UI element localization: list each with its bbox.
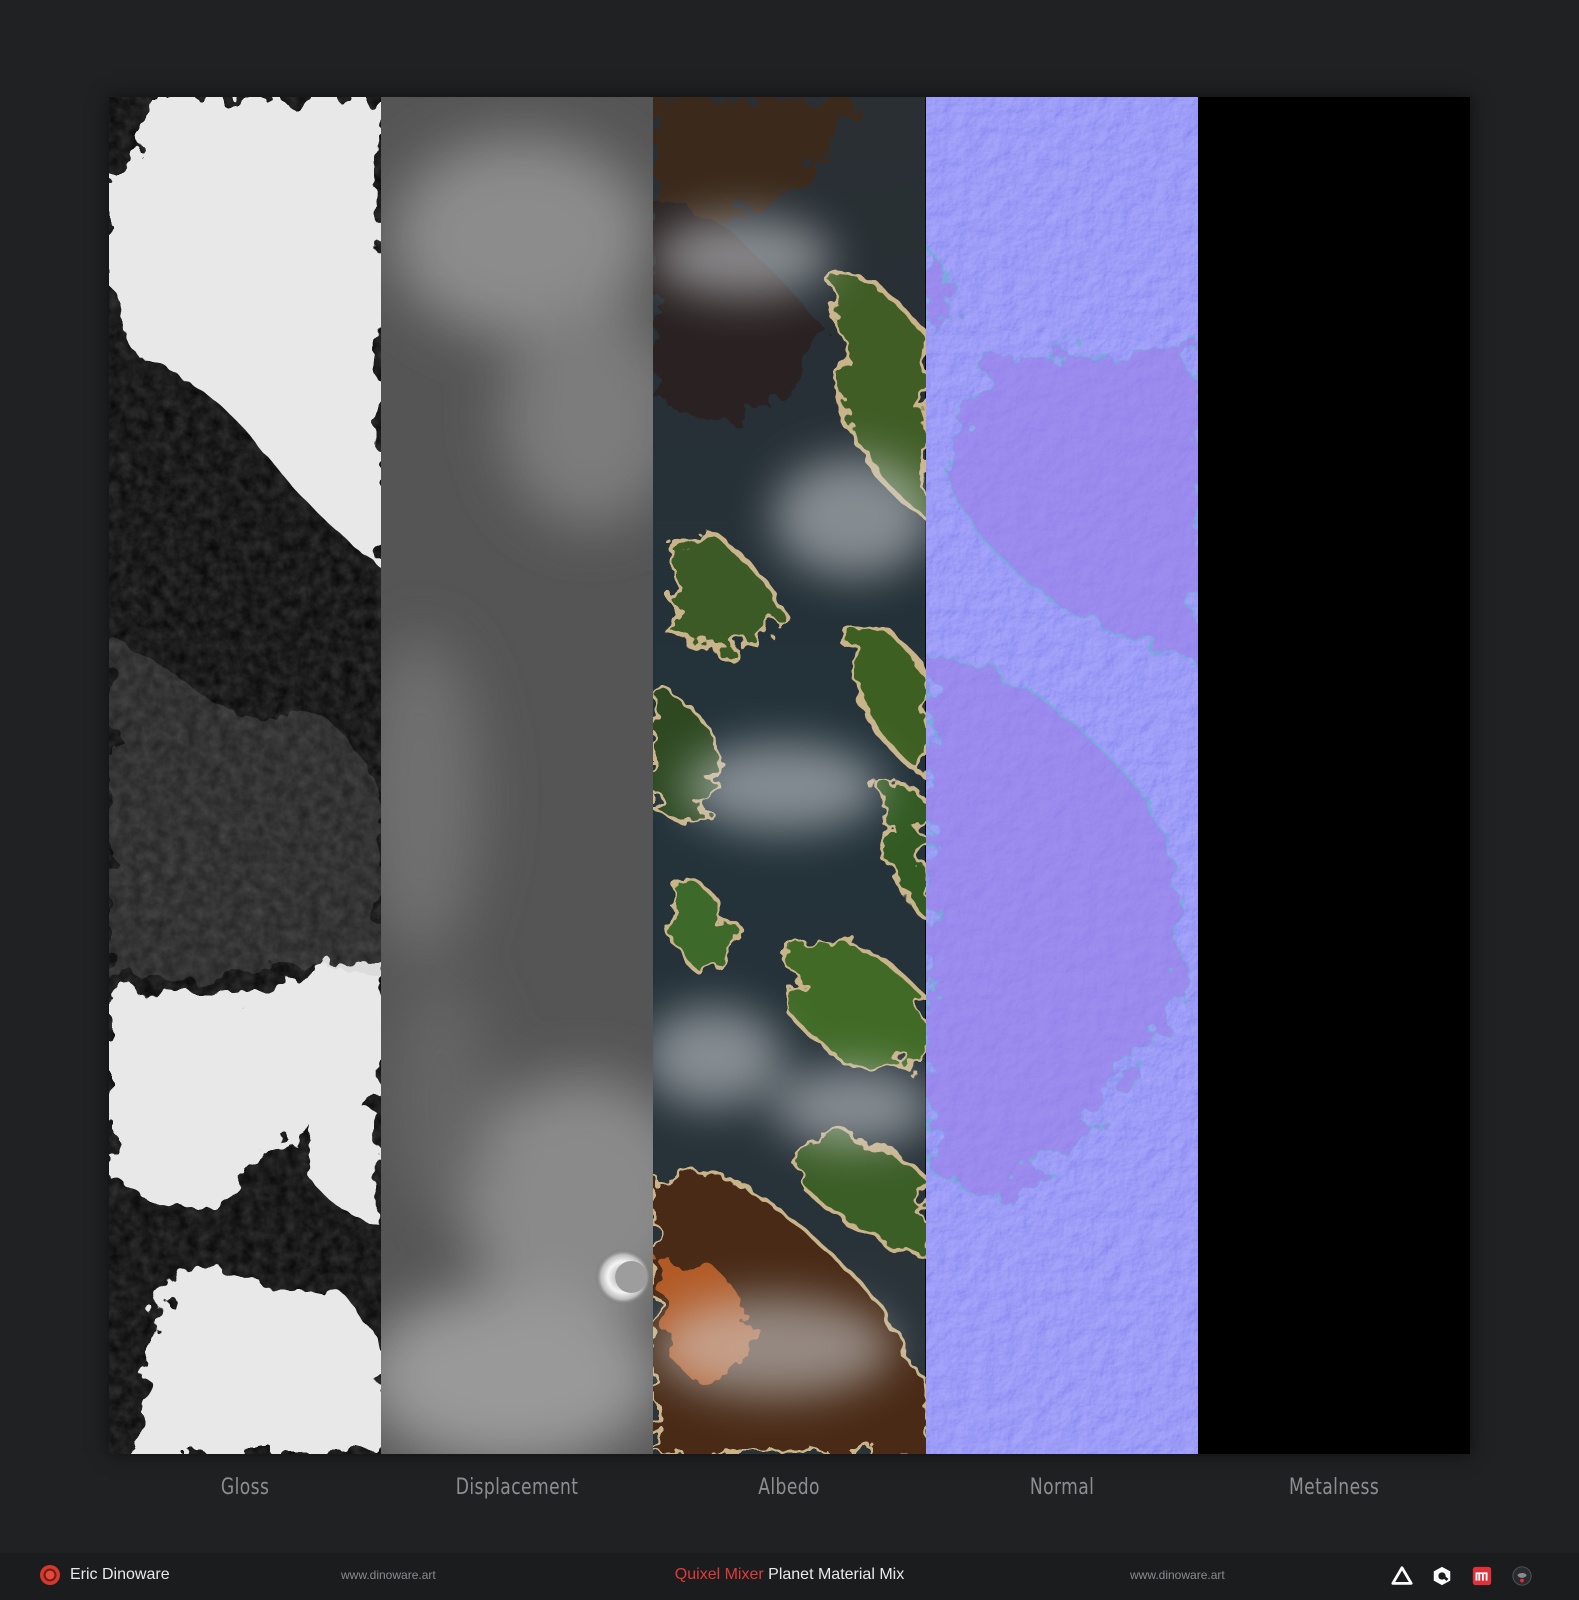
software-icons: [1391, 1565, 1533, 1587]
label-gloss: Gloss: [220, 1475, 270, 1500]
displacement-panel: [381, 97, 654, 1454]
texture-strip: [109, 97, 1470, 1454]
dinoware-logo-icon[interactable]: [1511, 1565, 1533, 1587]
metalness-panel: [1197, 97, 1470, 1454]
footer-bar: Eric Dinoware www.dinoware.art Quixel Mi…: [0, 1553, 1579, 1600]
gloss-panel: [109, 97, 382, 1454]
normal-map-image: [925, 97, 1198, 1454]
albedo-panel: [653, 97, 926, 1454]
displacement-map-image: [381, 97, 654, 1454]
footer-title-accent: Quixel Mixer: [674, 1566, 764, 1583]
map-labels: Gloss Displacement Albedo Normal Metalne…: [109, 1475, 1470, 1515]
label-metalness: Metalness: [1288, 1475, 1379, 1500]
label-displacement: Displacement: [455, 1475, 579, 1500]
label-albedo: Albedo: [758, 1475, 821, 1500]
texture-sheet: Gloss Displacement Albedo Normal Metalne…: [0, 0, 1579, 1530]
label-normal: Normal: [1029, 1475, 1094, 1500]
website-url-right[interactable]: www.dinoware.art: [1130, 1568, 1225, 1582]
albedo-map-image: [653, 97, 926, 1454]
quixel-icon[interactable]: [1431, 1565, 1453, 1587]
footer-title-rest: Planet Material Mix: [763, 1566, 905, 1583]
artstation-icon[interactable]: [1391, 1565, 1413, 1587]
gloss-map-image: [109, 97, 382, 1454]
normal-panel: [925, 97, 1198, 1454]
marmoset-icon[interactable]: [1471, 1565, 1493, 1587]
footer-title: Quixel Mixer Planet Material Mix: [0, 1566, 1579, 1584]
